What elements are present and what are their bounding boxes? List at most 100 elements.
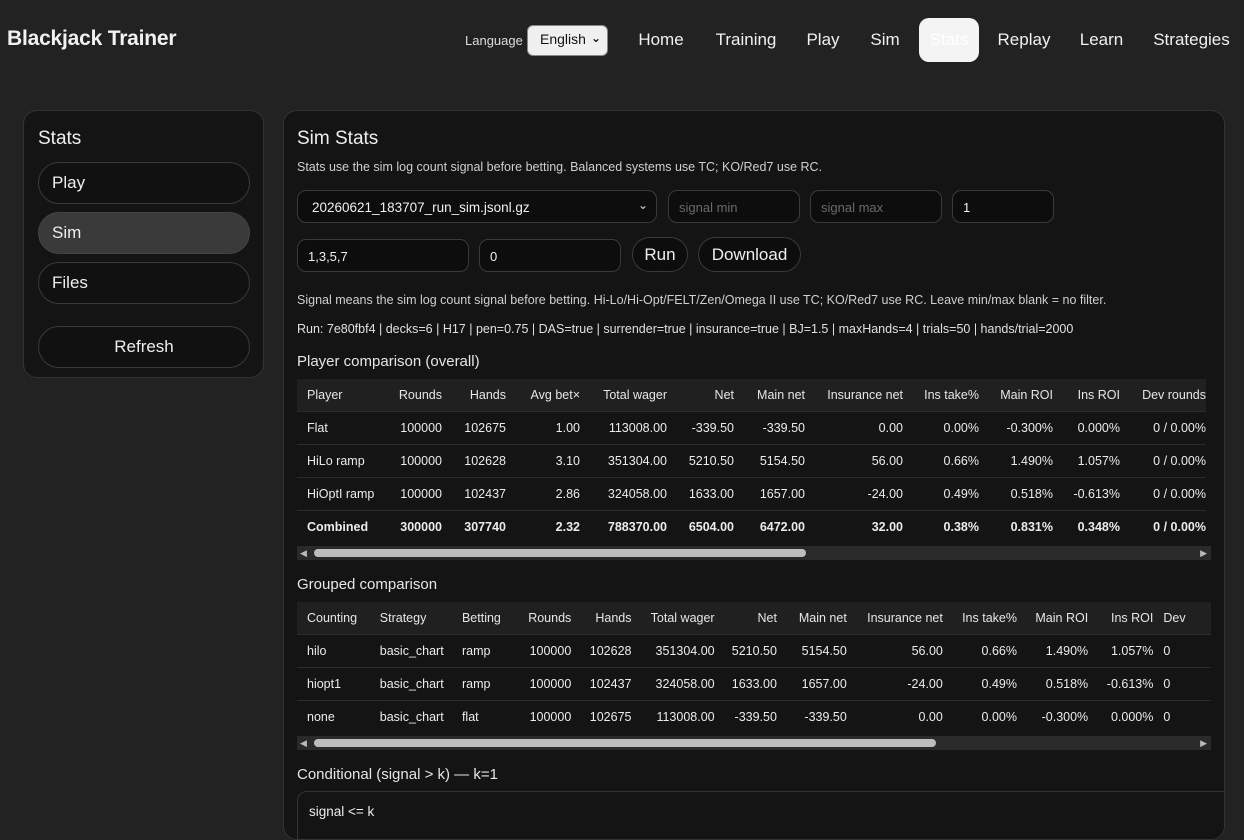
table-cell: -0.300% [979, 411, 1053, 445]
column-header: Net [667, 379, 734, 412]
k-input[interactable]: 1 [952, 190, 1054, 223]
table-cell: 1.057% [1088, 634, 1154, 668]
scroll-right-icon[interactable]: ▶ [1200, 736, 1207, 750]
app-title: Blackjack Trainer [7, 27, 177, 50]
table-cell: 3.10 [506, 444, 580, 478]
table-row: HiOptI ramp 100000 102437 2.86 324058.00… [297, 477, 1206, 511]
grouped-comparison-title: Grouped comparison [297, 576, 438, 593]
table-cell: 102675 [571, 700, 632, 733]
scrollbar-thumb[interactable] [314, 549, 806, 557]
chevron-down-icon: ⌄ [590, 31, 601, 45]
nav-replay[interactable]: Replay [990, 18, 1058, 62]
table-cell: 0.38% [903, 510, 979, 543]
table-cell: 0 [1153, 634, 1211, 668]
top-bar: Blackjack Trainer Language English ⌄ Hom… [0, 0, 1244, 80]
nav-strategies[interactable]: Strategies [1144, 18, 1239, 62]
run-button[interactable]: Run [632, 237, 688, 272]
nav-home[interactable]: Home [624, 18, 698, 62]
column-header: Ins take% [942, 602, 1017, 635]
table-cell: 788370.00 [580, 510, 667, 543]
table-cell: 1.490% [1016, 634, 1089, 668]
table-cell: 1.00 [506, 411, 580, 445]
scroll-left-icon[interactable]: ◀ [300, 736, 307, 750]
run-info: Run: 7e80fbf4 | decks=6 | H17 | pen=0.75… [297, 322, 1074, 336]
signal-min-input[interactable]: signal min [668, 190, 800, 223]
table-cell: hiopt1 [297, 667, 370, 701]
scroll-left-icon[interactable]: ◀ [300, 546, 307, 560]
sim-stats-panel: Sim Stats Stats use the sim log count si… [283, 110, 1225, 840]
nav-play[interactable]: Play [797, 18, 849, 62]
table-cell: 100000 [389, 477, 442, 511]
table-row: HiLo ramp 100000 102628 3.10 351304.00 5… [297, 444, 1206, 478]
table-cell: 1.057% [1053, 444, 1120, 478]
grouped-table-scrollbar[interactable]: ◀ ▶ [297, 736, 1211, 750]
table-cell: 1657.00 [734, 477, 805, 511]
download-button[interactable]: Download [698, 237, 801, 272]
sidebar-item-play[interactable]: Play [38, 162, 250, 204]
player-table-scrollbar[interactable]: ◀ ▶ [297, 546, 1211, 560]
table-cell: hilo [297, 634, 370, 668]
signal-max-input[interactable]: signal max [810, 190, 942, 223]
column-header: Strategy [369, 602, 452, 635]
column-header: Main ROI [979, 379, 1053, 412]
table-cell: 5210.50 [714, 634, 777, 668]
refresh-button[interactable]: Refresh [38, 326, 250, 368]
table-cell: 100000 [514, 634, 572, 668]
player-comparison-title: Player comparison (overall) [297, 353, 480, 370]
table-cell: 102628 [571, 634, 632, 668]
table-cell: -24.00 [805, 477, 903, 511]
conditional-table: signal <= k [297, 791, 1224, 839]
table-cell: none [297, 700, 370, 733]
table-cell: 307740 [442, 510, 506, 543]
table-cell: -339.50 [667, 411, 734, 445]
language-select[interactable]: English ⌄ [527, 25, 608, 56]
scroll-right-icon[interactable]: ▶ [1200, 546, 1207, 560]
table-cell: 0.66% [903, 444, 979, 478]
table-row: none basic_chart flat 100000 102675 1130… [297, 700, 1211, 733]
nav-sim[interactable]: Sim [862, 18, 908, 62]
table-cell: -24.00 [846, 667, 943, 701]
table-cell: 0.49% [942, 667, 1017, 701]
table-cell: ramp [451, 634, 515, 668]
table-cell: 56.00 [805, 444, 903, 478]
log-file-value: 20260621_183707_run_sim.jsonl.gz [312, 200, 530, 215]
table-cell: -339.50 [734, 411, 805, 445]
column-header: Insurance net [846, 602, 943, 635]
table-cell: 351304.00 [580, 444, 667, 478]
table-header-row: Counting Strategy Betting Rounds Hands T… [297, 602, 1211, 635]
table-cell: 324058.00 [580, 477, 667, 511]
column-header: Hands [571, 602, 632, 635]
table-cell: 0.00% [903, 411, 979, 445]
table-cell: -339.50 [714, 700, 777, 733]
sidebar-item-sim[interactable]: Sim [38, 212, 250, 254]
conditional-row-label: signal <= k [309, 804, 375, 819]
table-row-combined: Combined 300000 307740 2.32 788370.00 65… [297, 510, 1206, 543]
table-cell: 0 [1153, 700, 1211, 733]
column-header: Dev [1153, 602, 1211, 635]
table-cell: basic_chart [369, 667, 452, 701]
table-cell: HiLo ramp [297, 444, 389, 478]
column-header: Total wager [580, 379, 667, 412]
bet-ramp-input[interactable]: 1,3,5,7 [297, 239, 469, 272]
column-header: Betting [451, 602, 515, 635]
table-cell: HiOptI ramp [297, 477, 389, 511]
column-header: Main net [734, 379, 805, 412]
table-cell: 0.831% [979, 510, 1053, 543]
player-comparison-table: Player Rounds Hands Avg bet× Total wager… [297, 379, 1206, 543]
table-cell: 300000 [389, 510, 442, 543]
table-header-row: Player Rounds Hands Avg bet× Total wager… [297, 379, 1206, 412]
table-cell: 0 / 0.00% [1120, 477, 1206, 511]
table-cell: 100000 [514, 667, 572, 701]
offset-input[interactable]: 0 [479, 239, 621, 272]
log-file-select[interactable]: 20260621_183707_run_sim.jsonl.gz ⌄ [297, 190, 657, 223]
table-cell: 100000 [389, 444, 442, 478]
nav-learn[interactable]: Learn [1071, 18, 1132, 62]
scrollbar-thumb[interactable] [314, 739, 936, 747]
sidebar-item-files[interactable]: Files [38, 262, 250, 304]
table-cell: 1633.00 [714, 667, 777, 701]
table-cell: 6504.00 [667, 510, 734, 543]
table-cell: 351304.00 [631, 634, 715, 668]
column-header: Rounds [389, 379, 442, 412]
nav-training[interactable]: Training [705, 18, 787, 62]
nav-stats[interactable]: Stats [919, 18, 979, 62]
